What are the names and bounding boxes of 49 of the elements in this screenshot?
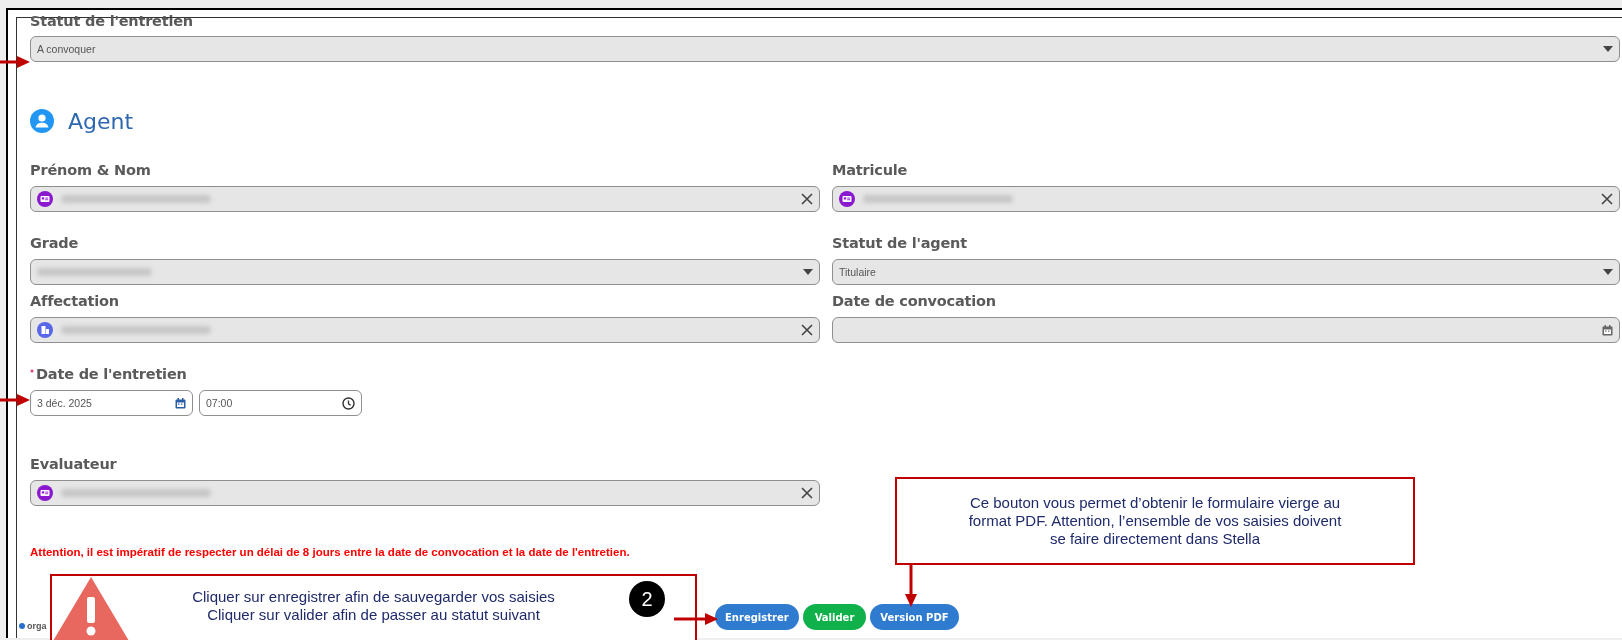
dropdown-caret-icon (803, 269, 813, 275)
date-value: 3 déc. 2025 (37, 397, 92, 409)
clear-icon (1601, 193, 1613, 205)
lookup-field[interactable] (30, 186, 820, 212)
logo-icon (19, 622, 25, 630)
action-button[interactable]: Version PDF (870, 604, 959, 630)
lookup-field[interactable] (30, 480, 820, 506)
clear-icon (801, 324, 813, 336)
dropdown-caret-icon (1603, 269, 1613, 275)
field-label: Date de l'entretien (36, 366, 187, 382)
person-icon (30, 109, 54, 133)
field-label: Date de convocation (832, 293, 996, 309)
calendar-icon (175, 397, 186, 409)
field-label: Evaluateur (30, 456, 117, 472)
field-label: Grade (30, 235, 79, 251)
dropdown-field[interactable]: Titulaire (832, 259, 1620, 285)
id-card-icon (37, 485, 53, 501)
lookup-field[interactable] (30, 317, 820, 343)
field-value: Titulaire (839, 266, 876, 278)
field-label: Prénom & Nom (30, 162, 151, 178)
callout-text: se faire directement dans Stella (1049, 530, 1261, 548)
dropdown-field[interactable] (30, 259, 820, 285)
field-label: Statut de l'entretien (30, 13, 193, 29)
time-value: 07:00 (206, 397, 233, 409)
time-field[interactable]: 07:00 (199, 390, 362, 416)
callout-text: Cliquer sur valider afin de passer au statut suivant (207, 606, 540, 624)
footer-text: orga (27, 621, 47, 631)
clock-icon (342, 396, 355, 410)
action-button[interactable]: Enregistrer (715, 604, 799, 630)
section-title: Agent (68, 108, 134, 134)
warning-message: Attention, il est impératif de respecter un délai de 8 jours entre la date de convocation et la date de l'entretien. (30, 546, 630, 558)
field-label: Affectation (30, 293, 119, 309)
callout-text: Ce bouton vous permet d’obtenir le formulaire vierge au (969, 494, 1341, 512)
lookup-field[interactable] (832, 186, 1620, 212)
field-label: Matricule (832, 162, 908, 178)
building-icon (37, 322, 53, 338)
calendar-icon (1602, 324, 1613, 336)
field-value: A convoquer (37, 43, 96, 55)
date-field[interactable] (832, 317, 1620, 343)
callout-text: format PDF. Attention, l’ensemble de vos saisies doivent (968, 512, 1342, 530)
id-card-icon (839, 191, 855, 207)
field-label: Statut de l'agent (832, 235, 967, 251)
clear-icon (801, 487, 813, 499)
dropdown-caret-icon (1603, 46, 1613, 52)
clear-icon (801, 193, 813, 205)
callout-text: Cliquer sur enregistrer afin de sauvegarder vos saisies (192, 588, 555, 606)
id-card-icon (37, 191, 53, 207)
dropdown-field[interactable]: A convoquer (30, 36, 1620, 62)
date-field[interactable]: 3 déc. 2025 (30, 390, 193, 416)
